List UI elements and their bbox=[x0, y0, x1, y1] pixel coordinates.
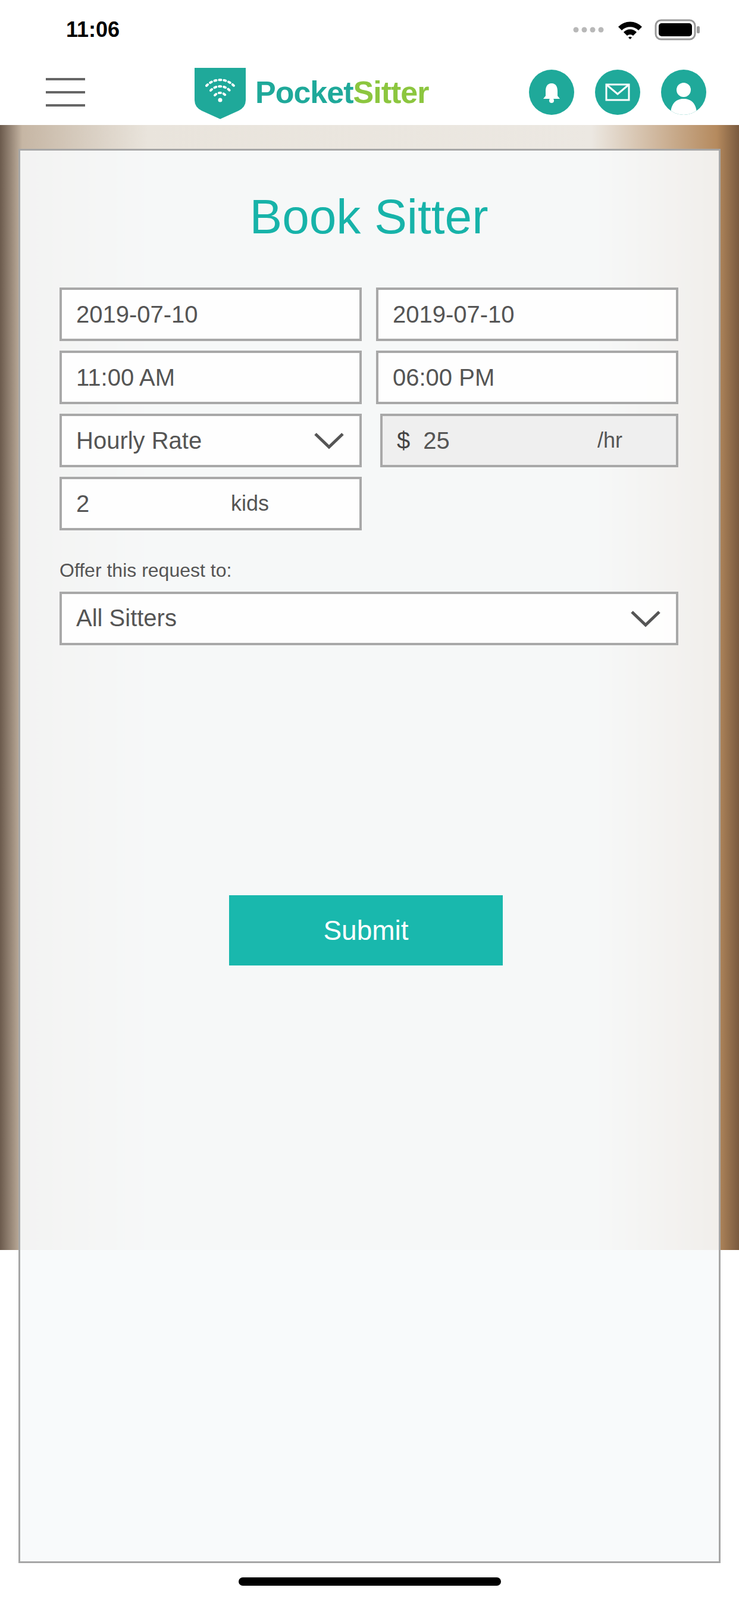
kids-suffix: kids bbox=[230, 490, 269, 516]
rate-suffix: /hr bbox=[597, 427, 662, 453]
notifications-button[interactable] bbox=[528, 69, 575, 115]
book-sitter-screen: 11:06 PocketSitter Book Sitter 2019-07-1… bbox=[0, 0, 739, 1600]
rate-input[interactable]: $ 25 /hr bbox=[380, 413, 679, 468]
mail-icon bbox=[604, 82, 631, 103]
wifi-icon bbox=[616, 19, 644, 40]
page-title: Book Sitter bbox=[59, 187, 679, 246]
logo-text: PocketSitter bbox=[255, 74, 429, 111]
booking-fields: 2019-07-10 2019-07-10 11:00 AM 06:00 PM Hour… bbox=[59, 287, 679, 531]
submit-row: Submit bbox=[59, 894, 679, 966]
kids-value: 2 bbox=[76, 490, 231, 518]
input-value: 11:00 AM bbox=[76, 364, 175, 391]
signal-icon bbox=[572, 26, 606, 34]
menu-button[interactable] bbox=[45, 76, 86, 108]
chevron-down-icon bbox=[312, 431, 346, 450]
status-bar: 11:06 bbox=[0, 0, 739, 60]
chevron-down-icon bbox=[629, 609, 662, 628]
offer-label: Offer this request to: bbox=[59, 558, 679, 582]
profile-button[interactable] bbox=[661, 69, 707, 115]
date-time-input[interactable]: 11:00 AM bbox=[59, 350, 362, 405]
status-icons bbox=[572, 19, 701, 41]
status-time: 11:06 bbox=[66, 17, 120, 43]
input-value: 06:00 PM bbox=[392, 364, 495, 391]
header-actions bbox=[528, 69, 707, 115]
submit-button[interactable]: Submit bbox=[229, 894, 503, 966]
input-value: 2019-07-10 bbox=[76, 301, 199, 328]
date-time-input[interactable]: 2019-07-10 bbox=[59, 287, 362, 341]
select-value: All Sitters bbox=[76, 604, 177, 632]
logo[interactable]: PocketSitter bbox=[192, 64, 429, 121]
home-indicator bbox=[238, 1576, 501, 1586]
shield-logo-icon bbox=[192, 64, 249, 121]
input-value: 2019-07-10 bbox=[392, 301, 515, 328]
rate-type-select[interactable]: Hourly Rate bbox=[59, 413, 362, 468]
select-value: Hourly Rate bbox=[76, 427, 202, 454]
battery-icon bbox=[654, 19, 701, 41]
messages-button[interactable] bbox=[595, 69, 641, 115]
hamburger-icon bbox=[45, 76, 86, 108]
kids-input[interactable]: 2 kids bbox=[59, 476, 362, 531]
bell-icon bbox=[539, 80, 564, 105]
booking-card: Book Sitter 2019-07-10 2019-07-10 11:00 AM… bbox=[18, 148, 721, 1563]
rate-value: 25 bbox=[423, 427, 598, 454]
content: Book Sitter 2019-07-10 2019-07-10 11:00 AM… bbox=[0, 124, 739, 1600]
currency-prefix: $ bbox=[396, 427, 410, 454]
date-time-input[interactable]: 06:00 PM bbox=[376, 350, 679, 405]
person-icon bbox=[667, 79, 700, 115]
offer-select[interactable]: All Sitters bbox=[59, 591, 679, 645]
app-header: PocketSitter bbox=[0, 59, 739, 125]
date-time-input[interactable]: 2019-07-10 bbox=[376, 287, 679, 341]
